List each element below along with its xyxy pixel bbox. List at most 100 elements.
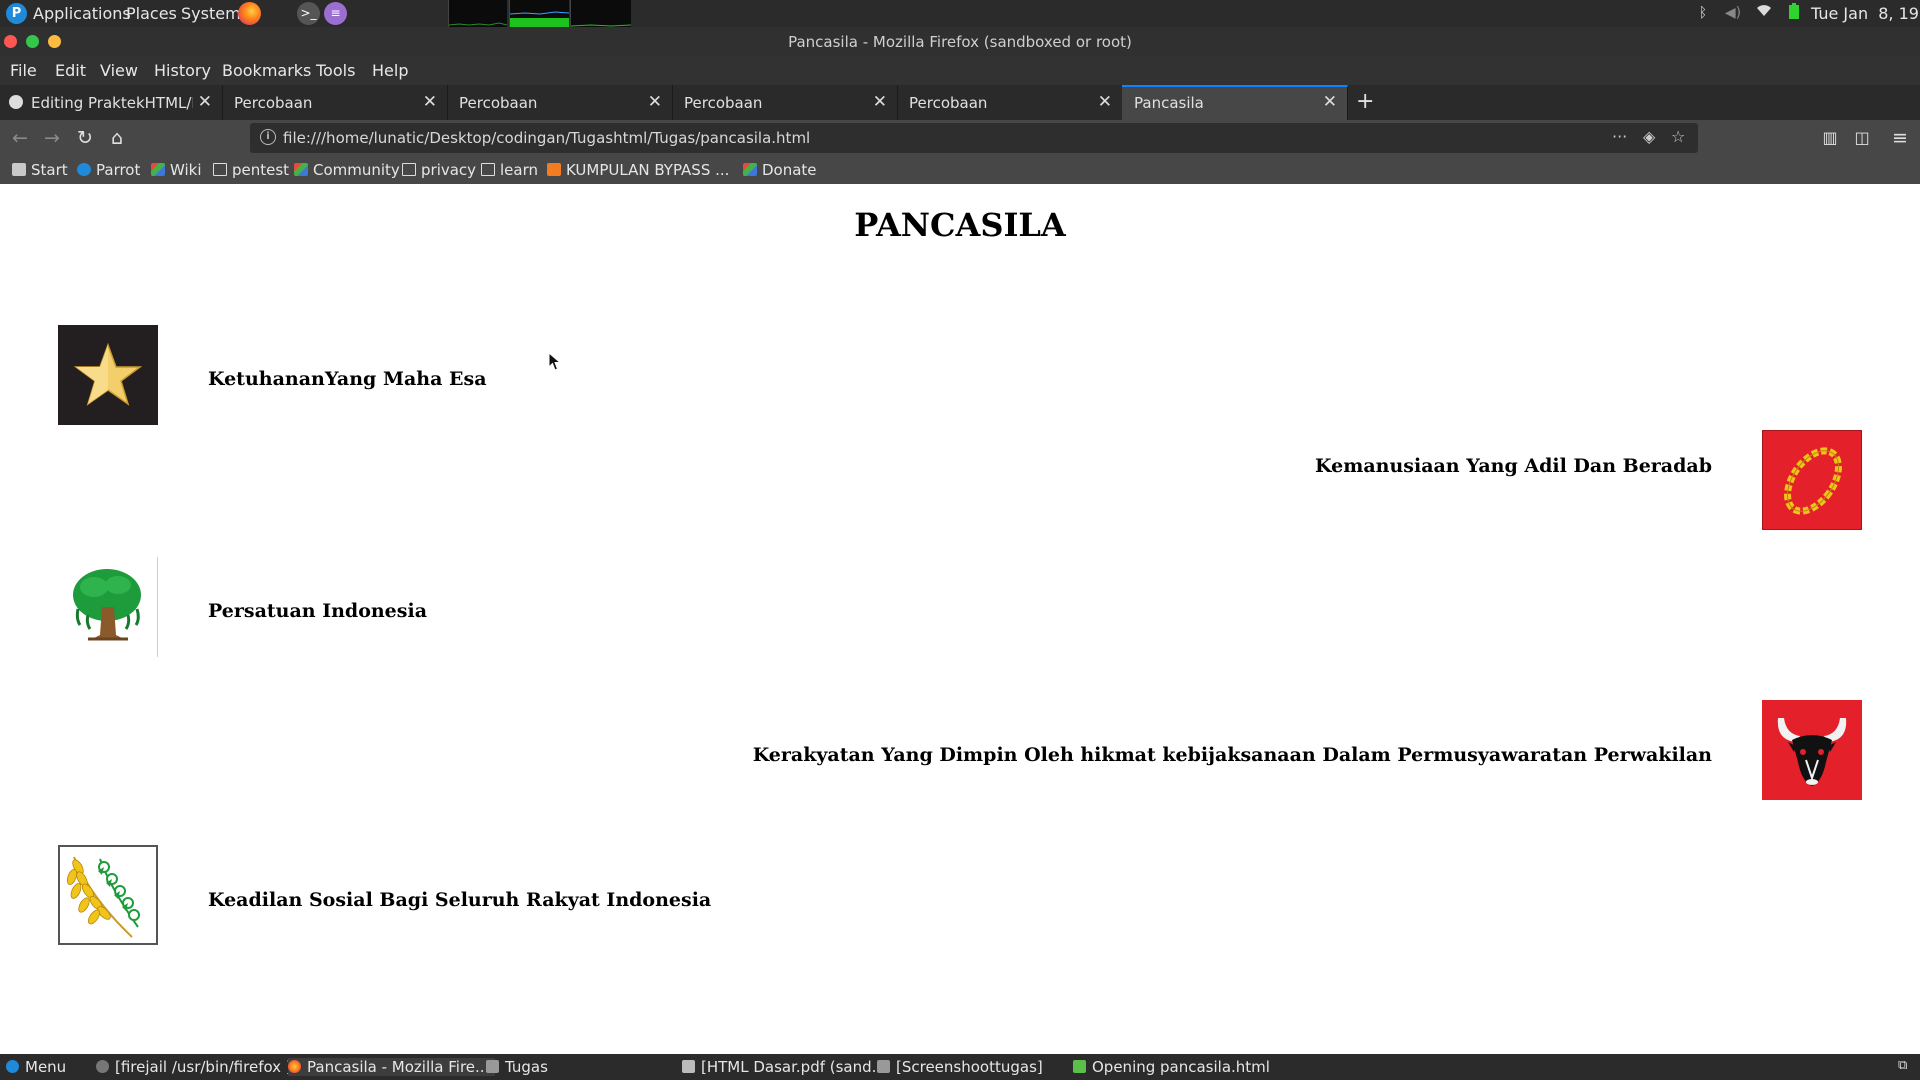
star-icon	[58, 325, 158, 425]
firefox-icon	[288, 1060, 301, 1073]
bookmark-community[interactable]: Community	[294, 161, 400, 179]
tab-close-icon[interactable]: ✕	[1098, 92, 1112, 112]
parrot-logo-icon[interactable]: P	[6, 3, 27, 24]
page-title: PANCASILA	[854, 206, 1066, 244]
tab-bar: Editing PraktekHTML/RE ✕ Percobaan ✕ Per…	[0, 85, 1920, 120]
bookmark-wiki[interactable]: Wiki	[151, 161, 202, 179]
menu-bookmarks[interactable]: Bookmarks	[222, 61, 311, 80]
bluetooth-icon[interactable]: ᛒ	[1694, 3, 1712, 23]
clock[interactable]: Tue Jan 8, 19:10	[1811, 4, 1920, 23]
sila-1-text: KetuhananYang Maha Esa	[208, 368, 487, 390]
tab-percobaan-1[interactable]: Percobaan ✕	[222, 85, 448, 120]
library-icon[interactable]: ▥	[1818, 126, 1842, 150]
taskbar-item-firejail[interactable]: [firejail /usr/bin/firefox ]	[96, 1058, 292, 1076]
parrot-menu-icon	[6, 1060, 19, 1073]
system-top-panel: P Applications Places System >_ ≡ ᛒ ◀) T…	[0, 0, 1920, 27]
taskbar-item-html-dasar-pdf[interactable]: [HTML Dasar.pdf (sand...	[682, 1058, 886, 1076]
page-content: PANCASILA KetuhananYang Maha Esa Kemanus…	[0, 184, 1920, 1054]
parrot-icon	[77, 163, 91, 176]
bookmark-star-icon[interactable]: ☆	[1671, 127, 1685, 146]
taskbar-item-opening-pancasila[interactable]: Opening pancasila.html	[1073, 1058, 1270, 1076]
start-icon	[12, 163, 26, 176]
forward-button[interactable]: →	[40, 126, 64, 150]
tab-label: Percobaan	[234, 94, 313, 112]
terminal-launcher-icon[interactable]: >_	[297, 2, 320, 25]
tab-label: Percobaan	[684, 94, 763, 112]
url-bar[interactable]: i file:///home/lunatic/Desktop/codingan/…	[250, 123, 1698, 153]
tab-label: Editing PraktekHTML/RE	[31, 94, 193, 112]
menubar: File Edit View History Bookmarks Tools H…	[0, 56, 1920, 85]
applications-menu[interactable]: Applications	[33, 4, 131, 23]
taskbar-item-tugas[interactable]: Tugas	[486, 1058, 548, 1076]
folder-icon	[486, 1060, 499, 1073]
bookmark-folder-pentest[interactable]: pentest	[213, 161, 289, 179]
menu-edit[interactable]: Edit	[55, 61, 86, 80]
bull-head-icon	[1762, 700, 1862, 800]
blogger-icon	[547, 163, 561, 176]
tab-percobaan-4[interactable]: Percobaan ✕	[897, 85, 1123, 120]
bookmark-folder-learn[interactable]: learn	[481, 161, 538, 179]
tab-close-icon[interactable]: ✕	[1323, 92, 1337, 112]
tab-close-icon[interactable]: ✕	[648, 92, 662, 112]
community-icon	[294, 163, 308, 176]
bottom-taskbar: Menu [firejail /usr/bin/firefox ] Pancas…	[0, 1054, 1920, 1080]
tab-percobaan-3[interactable]: Percobaan ✕	[672, 85, 898, 120]
menu-history[interactable]: History	[154, 61, 211, 80]
window-titlebar: Pancasila - Mozilla Firefox (sandboxed o…	[0, 27, 1920, 56]
new-tab-button[interactable]: +	[1356, 89, 1374, 114]
reload-button[interactable]: ↻	[73, 126, 97, 150]
github-favicon-icon	[9, 95, 23, 109]
menu-tools[interactable]: Tools	[316, 61, 355, 80]
download-icon	[1073, 1060, 1086, 1073]
url-text[interactable]: file:///home/lunatic/Desktop/codingan/Tu…	[283, 129, 810, 147]
bookmark-kumpulan-bypass[interactable]: KUMPULAN BYPASS ...	[547, 161, 729, 179]
workspace-switcher-icon[interactable]: ⧉	[1898, 1058, 1907, 1073]
tab-pancasila[interactable]: Pancasila ✕	[1122, 85, 1348, 120]
tab-editing-praktekhtml[interactable]: Editing PraktekHTML/RE ✕	[0, 85, 223, 120]
menu-view[interactable]: View	[100, 61, 138, 80]
bookmark-folder-privacy[interactable]: privacy	[402, 161, 476, 179]
firefox-launcher-icon[interactable]	[238, 2, 261, 25]
sila-4-text: Kerakyatan Yang Dimpin Oleh hikmat kebij…	[752, 744, 1712, 766]
taskbar-item-pancasila-firefox[interactable]: Pancasila - Mozilla Fire...	[288, 1058, 496, 1076]
tab-close-icon[interactable]: ✕	[423, 92, 437, 112]
back-button[interactable]: ←	[8, 126, 32, 150]
wifi-icon[interactable]	[1755, 3, 1773, 23]
document-icon	[682, 1060, 695, 1073]
sila-3-text: Persatuan Indonesia	[208, 600, 428, 622]
sidebar-toggle-icon[interactable]: ◫	[1850, 126, 1874, 150]
folder-icon	[213, 163, 227, 176]
home-button[interactable]: ⌂	[105, 126, 129, 150]
donate-icon	[743, 163, 757, 176]
tab-close-icon[interactable]: ✕	[198, 92, 212, 112]
page-actions-icon[interactable]: ···	[1612, 127, 1627, 146]
rice-cotton-icon	[58, 845, 158, 945]
taskbar-item-screenshoottugas[interactable]: [Screenshoottugas]	[877, 1058, 1043, 1076]
menu-file[interactable]: File	[10, 61, 37, 80]
chain-icon	[1762, 430, 1862, 530]
bookmark-start[interactable]: Start	[12, 161, 68, 179]
tab-percobaan-2[interactable]: Percobaan ✕	[447, 85, 673, 120]
hamburger-menu-icon[interactable]: ≡	[1888, 126, 1912, 150]
menu-help[interactable]: Help	[372, 61, 408, 80]
bookmarks-toolbar: Start Parrot Wiki pentest Community priv…	[0, 156, 1920, 185]
folder-icon	[402, 163, 416, 176]
places-menu[interactable]: Places	[126, 4, 177, 23]
bookmark-parrot[interactable]: Parrot	[77, 161, 140, 179]
site-info-icon[interactable]: i	[260, 129, 276, 145]
tab-label: Percobaan	[459, 94, 538, 112]
sila-5-text: Keadilan Sosial Bagi Seluruh Rakyat Indo…	[208, 889, 712, 911]
tab-label: Percobaan	[909, 94, 988, 112]
system-menu[interactable]: System	[181, 4, 241, 23]
tab-label: Pancasila	[1134, 94, 1204, 112]
battery-icon[interactable]	[1785, 3, 1803, 23]
text-editor-launcher-icon[interactable]: ≡	[324, 2, 347, 25]
window-title: Pancasila - Mozilla Firefox (sandboxed o…	[788, 33, 1132, 51]
folder-icon	[481, 163, 495, 176]
start-menu-button[interactable]: Menu	[6, 1058, 66, 1076]
tab-close-icon[interactable]: ✕	[873, 92, 887, 112]
memory-monitor	[509, 0, 570, 27]
volume-icon[interactable]: ◀)	[1724, 3, 1742, 23]
pocket-icon[interactable]: ◈	[1643, 127, 1655, 146]
bookmark-donate[interactable]: Donate	[743, 161, 817, 179]
